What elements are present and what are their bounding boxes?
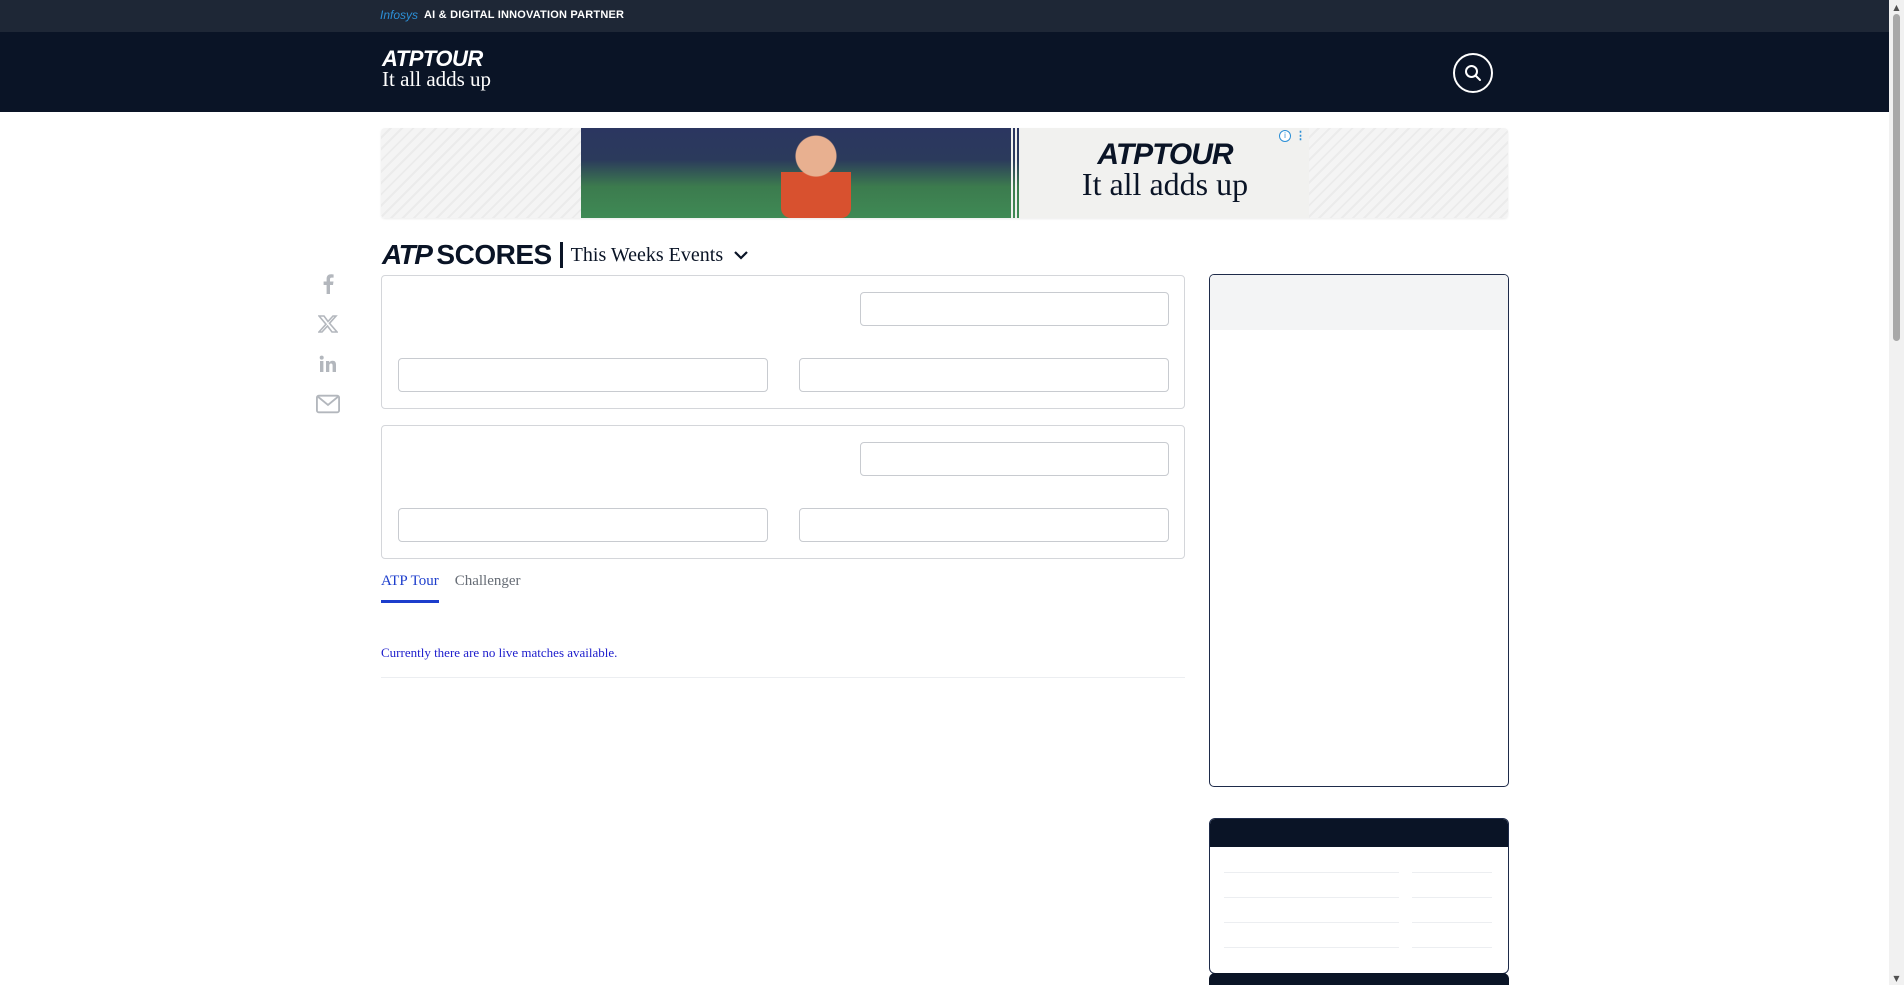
rankings-row-divider [1224,872,1399,873]
x-icon[interactable] [316,312,340,336]
event-placeholder-date [860,442,1169,476]
ad-logo-tagline: It all adds up [1081,166,1249,202]
score-tabs: ATP Tour Challenger [381,573,521,603]
rankings-row-divider [1412,897,1492,898]
event-placeholder-left [398,508,768,542]
ad-banner[interactable]: ATPTOUR It all adds up i ⋮ [581,128,1309,218]
partner-link[interactable]: Infosys AI & DIGITAL INNOVATION PARTNER [380,8,624,22]
search-icon [1465,65,1481,81]
rankings-row-divider [1224,897,1399,898]
scroll-down-arrow[interactable]: ▼ [1889,971,1904,985]
scroll-thumb[interactable] [1893,14,1900,341]
tab-atp-tour[interactable]: ATP Tour [381,573,439,603]
page-scrollbar[interactable]: ▲ ▼ [1889,0,1904,985]
ad-info-icon[interactable]: i [1279,130,1291,142]
rankings-panel [1209,818,1509,974]
events-dropdown[interactable]: This Weeks Events [571,244,749,267]
email-icon[interactable] [316,392,340,416]
title-separator [559,242,563,268]
sidebar-panel [1209,274,1509,787]
no-live-matches-message: Currently there are no live matches avai… [381,645,1185,678]
event-card [381,425,1185,559]
ad-logo: ATPTOUR It all adds up [1021,140,1309,202]
second-panel-header [1209,973,1509,985]
scores-atp-logo: ATP [382,239,433,270]
rankings-row-divider [1412,872,1492,873]
logo-tagline: It all adds up [382,67,492,91]
event-card [381,275,1185,409]
events-dropdown-label: This Weeks Events [570,243,724,266]
linkedin-icon[interactable] [316,352,340,376]
rankings-row-divider [1412,922,1492,923]
atp-tour-logo[interactable]: ATPTOUR It all adds up [382,48,491,90]
scroll-up-arrow[interactable]: ▲ [1889,0,1904,14]
infosys-logo: Infosys [380,8,419,22]
ad-player-image [781,132,851,218]
partner-bar: Infosys AI & DIGITAL INNOVATION PARTNER [0,0,1889,32]
rankings-row-divider [1224,947,1399,948]
ad-photo [581,128,1021,218]
sidebar-panel-header [1210,275,1508,330]
event-placeholder-right [799,358,1169,392]
search-button[interactable] [1453,53,1493,93]
ad-container: ATPTOUR It all adds up i ⋮ [381,128,1508,218]
chevron-down-icon [734,251,748,260]
event-placeholder-right [799,508,1169,542]
ad-logo-area: ATPTOUR It all adds up [1021,128,1309,218]
scores-header: ATP SCORES This Weeks Events [382,239,749,271]
site-header: ATPTOUR It all adds up [0,32,1889,112]
event-placeholder-left [398,358,768,392]
rankings-row-divider [1412,947,1492,948]
rankings-panel-header [1210,819,1508,847]
ad-more-icon[interactable]: ⋮ [1295,129,1306,142]
tab-challenger[interactable]: Challenger [455,573,521,603]
rankings-row-divider [1224,922,1399,923]
share-column [314,272,342,416]
partner-text: AI & DIGITAL INNOVATION PARTNER [424,9,625,21]
facebook-icon[interactable] [316,272,340,296]
event-placeholder-date [860,292,1169,326]
scores-title: SCORES [436,239,552,270]
ad-fade-divider [1011,128,1051,218]
